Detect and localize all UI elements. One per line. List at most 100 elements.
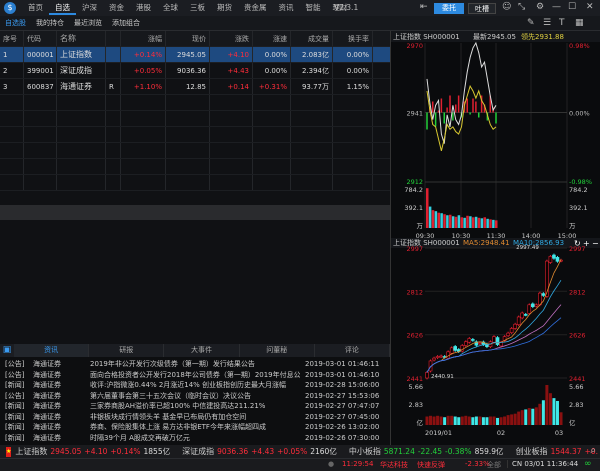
nav-item[interactable]: 港股 (130, 2, 157, 15)
entrust-button[interactable]: 委托 (434, 3, 464, 14)
edit-icon[interactable]: ✎ (527, 18, 535, 28)
panel-toggle-icon[interactable]: ▣ (0, 344, 14, 357)
news-item[interactable]: [新闻] 海通证券 收评:沪指微涨0.44% 2月涨近14% 创业板指创历史最大月涨… (0, 380, 390, 391)
column-header[interactable]: 名称 (57, 31, 106, 46)
column-header[interactable]: 换手率 (333, 31, 373, 46)
close-icon[interactable]: ✕ (586, 2, 594, 12)
sub-tab[interactable]: 添加组合 (107, 18, 145, 28)
info-icon: ● (328, 460, 335, 468)
gear-icon[interactable]: ⚙ (536, 2, 544, 12)
news-title: 第六届董事会第三十五次会议（临时会议）决议公告 (90, 391, 251, 400)
volume-bar (555, 400, 559, 425)
sub-tab[interactable]: 自选股 (0, 18, 31, 28)
nav-item[interactable]: 自选 (49, 2, 76, 15)
cell (24, 111, 57, 126)
volume-bar (463, 217, 466, 228)
news-tab[interactable]: 问董秘 (240, 344, 315, 357)
minimize-icon[interactable]: — (552, 2, 561, 12)
cell (24, 143, 57, 158)
volume-bar (477, 217, 481, 228)
table-row[interactable]: 2 399001 深证成指 +0.05% 9036.36 +4.43 0.00% 2.394亿… (0, 63, 390, 79)
cell: 海通证券 (57, 79, 106, 94)
vol-tick-label-right: 392.1 (569, 204, 588, 212)
column-header[interactable]: 现价 (166, 31, 210, 46)
cell (57, 95, 106, 110)
maximize-icon[interactable]: ☐ (568, 2, 576, 12)
news-stock: 海通证券 (33, 391, 61, 400)
grid-layout-icon[interactable]: ▦ (575, 18, 584, 28)
volume-bar (425, 416, 429, 425)
candle (425, 372, 429, 379)
column-header[interactable]: 涨跌 (210, 31, 253, 46)
column-header[interactable]: 成交量 (291, 31, 333, 46)
volume-bar (443, 417, 447, 425)
column-header[interactable]: 涨幅 (121, 31, 166, 46)
volume-bar (503, 416, 507, 425)
y-tick-label: 2812 (406, 288, 423, 296)
index-name[interactable]: 深证成指 (182, 447, 214, 456)
news-item[interactable]: [公告] 海通证券 面向合格投资者公开发行2018年公司债券（第一期）2019年付息… (0, 370, 390, 381)
column-header[interactable]: 序号 (0, 31, 24, 46)
nav-item[interactable]: 贵金属 (238, 2, 273, 15)
nav-item[interactable]: 资讯 (273, 2, 300, 15)
column-header[interactable] (106, 31, 121, 46)
index-name[interactable]: 上证指数 (15, 447, 47, 456)
nav-item[interactable]: 期货 (211, 2, 238, 15)
news-tab[interactable]: 研报 (89, 344, 165, 357)
news-stock: 海通证券 (33, 381, 61, 389)
index-name[interactable]: 创业板指 (516, 447, 548, 456)
candle (555, 257, 560, 262)
sub-tab[interactable]: 最近浏览 (69, 18, 107, 28)
back-icon[interactable]: ⇤ (420, 2, 428, 12)
candle (449, 347, 454, 354)
settings-sliders-icon[interactable]: ☰ (543, 18, 551, 28)
cell: +0.14 (210, 79, 253, 94)
column-header[interactable]: 代码 (24, 31, 57, 46)
cell (106, 111, 121, 126)
search-icon[interactable]: ⌕ (590, 445, 596, 456)
volume-bar (457, 417, 461, 425)
nav-item[interactable]: 三板 (184, 2, 211, 15)
news-item[interactable]: [新闻] 海通证券 三家券商股AH溢价率已超100% 中信建投高达211.21% 20… (0, 401, 390, 412)
empty-row (0, 95, 390, 111)
table-row[interactable]: 3 600837 海通证券 R +1.10% 12.85 +0.14 +0.31% 93.77万… (0, 79, 390, 95)
nav-item[interactable]: 资金 (103, 2, 130, 15)
y-tick-label: 2970 (406, 42, 423, 50)
table-row[interactable]: 1 000001 上证指数 +0.14% 2945.05 +4.10 0.00% 2.083亿… (0, 47, 390, 63)
kline-chart[interactable]: 上证指数 SH000001 MA5:2948.41 MA10:2856.93 ↻ + −2… (391, 238, 600, 443)
news-stock: 海通证券 (33, 423, 61, 431)
sub-tab[interactable]: 我的持仓 (31, 18, 69, 28)
news-item[interactable]: [新闻] 海通证券 时隔39个月 A股成交再破万亿元 2019-02-26 07:30… (0, 433, 390, 444)
smiley-icon[interactable]: ☺ (502, 2, 511, 12)
x-tick-label: 2019/01 (425, 429, 452, 437)
font-size-icon[interactable]: T (559, 18, 565, 28)
cell: +1.10% (121, 79, 166, 94)
zoom-out-icon[interactable]: − (592, 239, 599, 248)
alert-all-button[interactable]: 全部 (487, 460, 501, 470)
feedback-button[interactable]: 吐槽 (468, 3, 496, 14)
news-item[interactable]: [新闻] 海通证券 非银板块成行情领头羊 基金早已布局仍有加仓空间 2019-02-2… (0, 412, 390, 423)
nav-item[interactable]: 首页 (22, 2, 49, 15)
nav-item[interactable]: 智能 (300, 2, 327, 15)
cell (210, 95, 253, 110)
column-header[interactable]: 涨速 (253, 31, 291, 46)
news-item[interactable]: [新闻] 海通证券 券商、保险股集体上涨 易方达非银ETF今年来涨幅超四成 2019-… (0, 422, 390, 433)
nav-item[interactable]: 全球 (157, 2, 184, 15)
cell: 上证指数 (57, 47, 106, 62)
cell (166, 143, 210, 158)
volume-bar (429, 415, 433, 425)
news-tab[interactable]: 评论 (315, 344, 391, 357)
news-tab[interactable]: 资讯 (14, 344, 90, 357)
news-item[interactable]: [公告] 海通证券 第六届董事会第三十五次会议（临时会议）决议公告 2019-02-2… (0, 391, 390, 402)
shrink-icon[interactable]: ⤡ (518, 2, 525, 12)
alert-stock[interactable]: 华达科技 (380, 460, 408, 470)
index-name[interactable]: 中小板指 (349, 447, 381, 456)
news-tab[interactable]: 大事件 (164, 344, 240, 357)
candle (520, 312, 525, 319)
low-label: 2440.91 (431, 374, 454, 380)
news-item[interactable]: [公告] 海通证券 2019年非公开发行次级债券（第一期）发行结果公告 2019-03… (0, 359, 390, 370)
nav-item[interactable]: 沪深 (76, 2, 103, 15)
candle (527, 304, 532, 314)
intraday-chart[interactable]: 上证指数 SH000001 最新2945.05 领先2931.88 2970 0.98%… (391, 31, 600, 241)
table-scroll-area[interactable] (0, 205, 390, 220)
